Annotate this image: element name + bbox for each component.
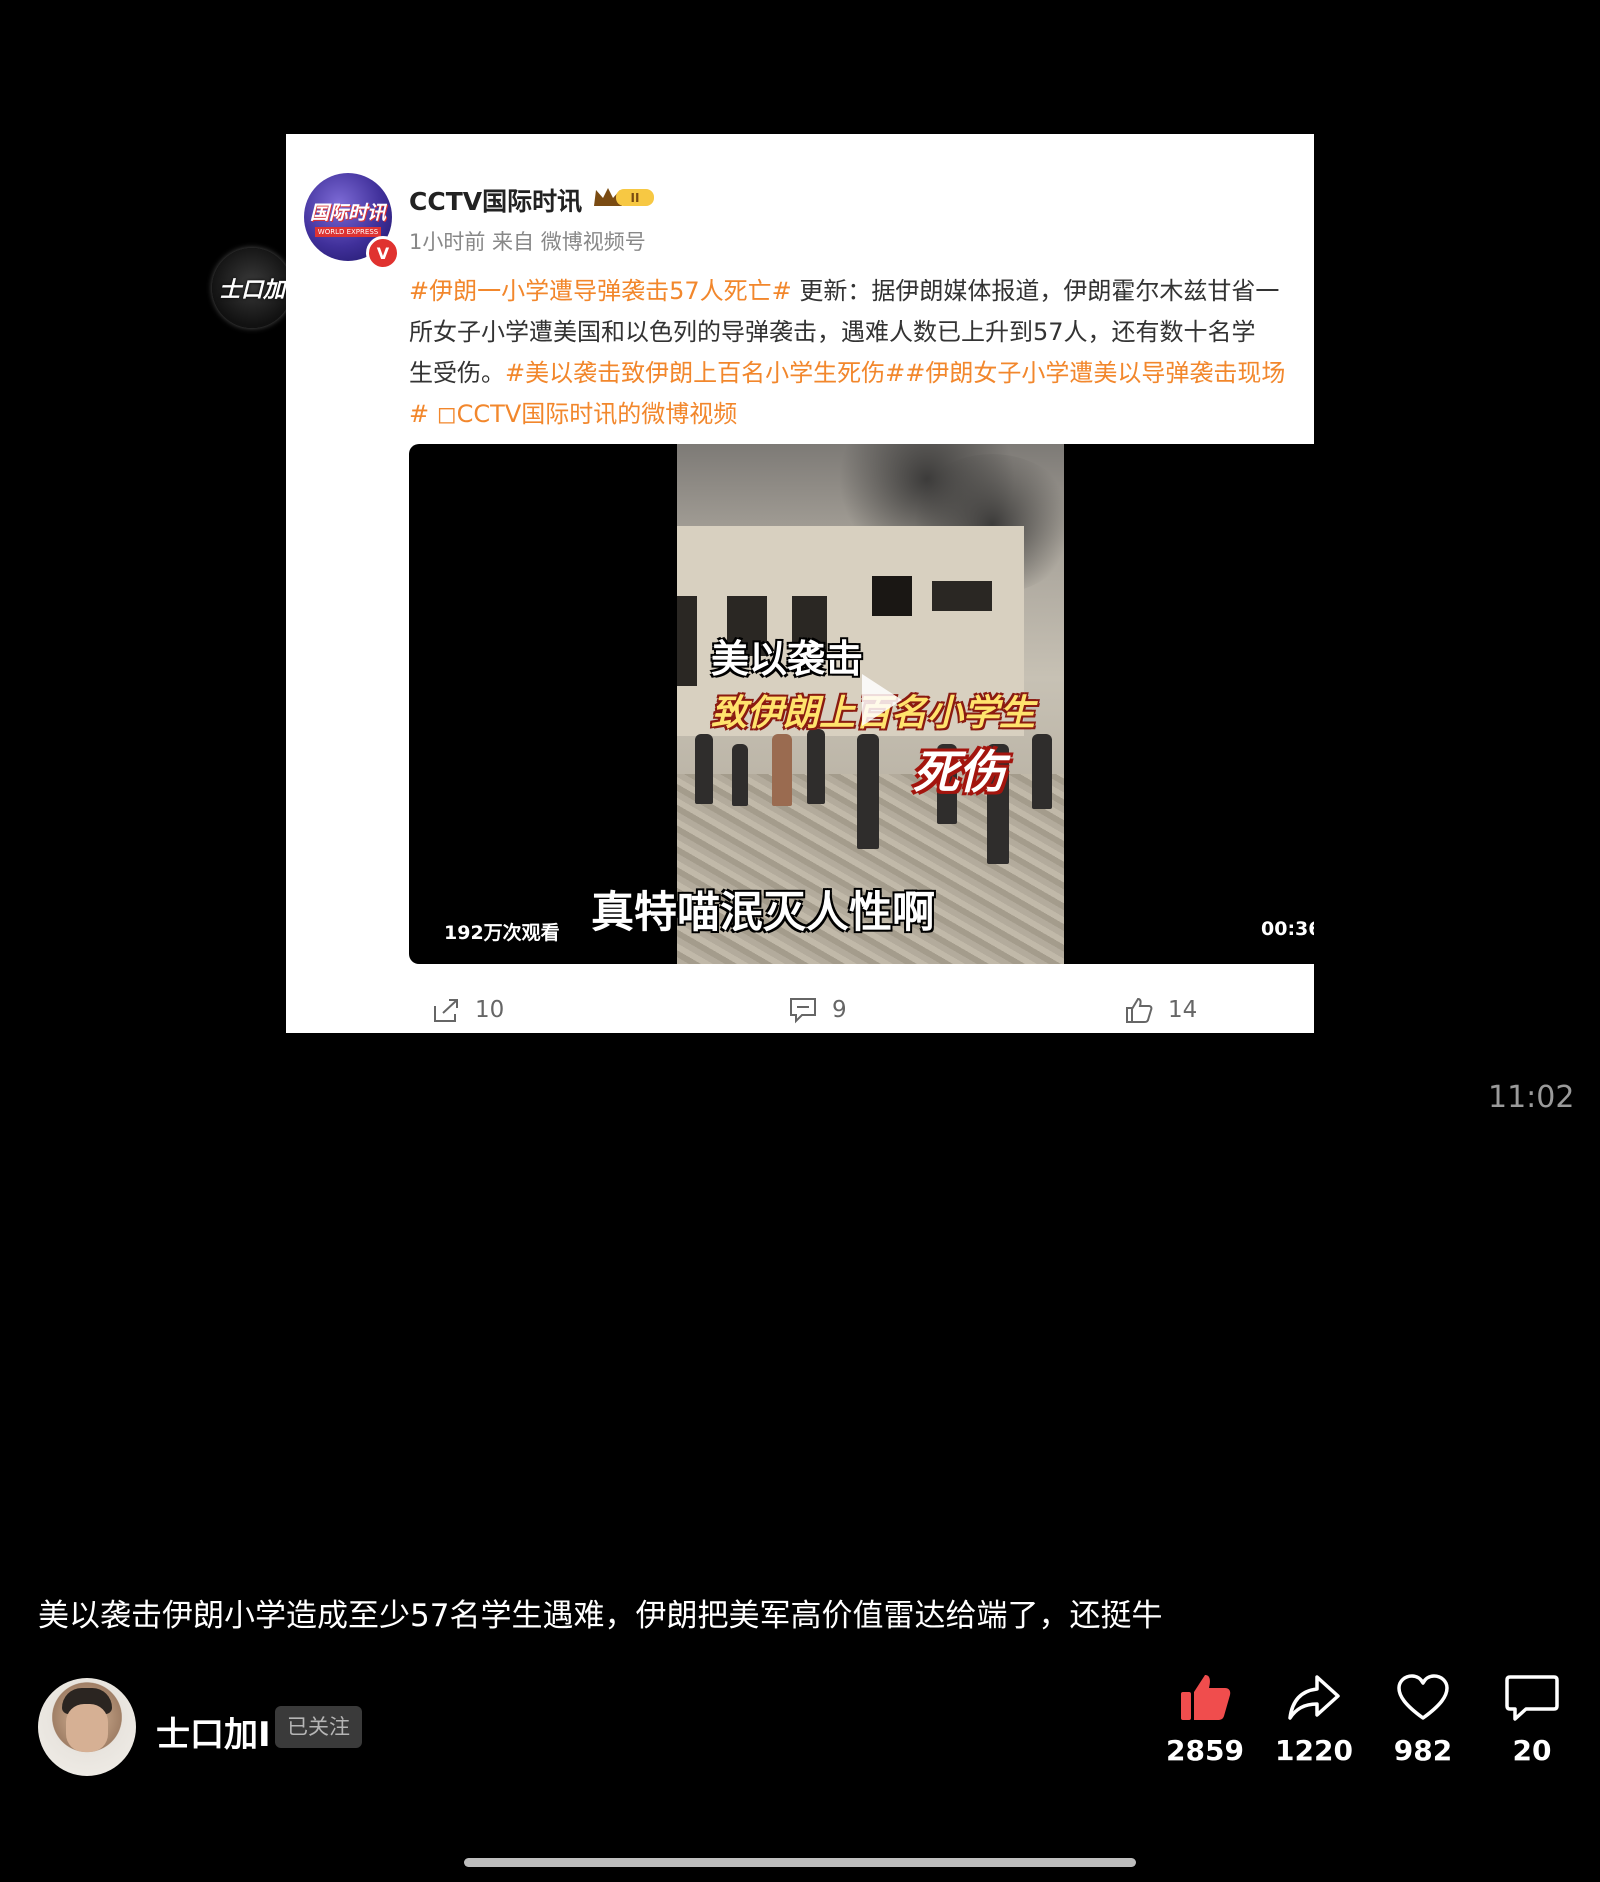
- share-arrow-icon: [1288, 1675, 1340, 1720]
- video-duration: 00:36: [1261, 918, 1314, 940]
- vip-level-text: II: [631, 191, 640, 205]
- thumbs-up-icon: [1181, 1675, 1231, 1720]
- like-action[interactable]: 14: [1124, 996, 1197, 1024]
- comment-stat[interactable]: 20: [1477, 1672, 1587, 1767]
- share-count: 10: [475, 997, 505, 1023]
- username[interactable]: 士口加I: [156, 1707, 271, 1756]
- author-name[interactable]: CCTV国际时讯: [409, 182, 582, 218]
- comment-total: 20: [1512, 1734, 1552, 1767]
- post-text-segment: 生受伤。: [409, 359, 505, 387]
- post-line-3: 生受伤。#美以袭击致伊朗上百名小学生死伤##伊朗女子小学遭美以导弹袭击现场: [409, 353, 1314, 394]
- hashtag-link[interactable]: #伊朗一小学遭导弹袭击57人死亡#: [409, 277, 792, 305]
- vip-crown-icon: II: [594, 188, 654, 206]
- video-caption-3: 死伤: [913, 745, 1005, 799]
- avatar-logo-subtext: WORLD EXPRESS: [314, 226, 382, 237]
- video-caption-1: 美以袭击: [711, 637, 864, 681]
- heart-icon: [1397, 1674, 1449, 1720]
- comment-bubble-icon: [1505, 1675, 1559, 1721]
- like-stat[interactable]: 2859: [1150, 1672, 1260, 1767]
- follow-status-button[interactable]: 已关注: [275, 1706, 362, 1748]
- watermark-text: 士口加: [218, 278, 285, 303]
- share-stat[interactable]: 1220: [1259, 1672, 1369, 1767]
- weibo-post-card: 国际时讯 WORLD EXPRESS V CCTV国际时讯 II 1小时前 来自…: [286, 134, 1314, 1033]
- post-caption: 美以袭击伊朗小学造成至少57名学生遇难，伊朗把美军高价值雷达给端了，还挺牛: [38, 1598, 1163, 1634]
- post-line-1: #伊朗一小学遭导弹袭击57人死亡# 更新：据伊朗媒体报道，伊朗霍尔木兹甘省一: [409, 271, 1314, 312]
- share-action[interactable]: 10: [431, 996, 504, 1024]
- share-total: 1220: [1275, 1734, 1353, 1767]
- video-subtitle: 真特喵泯灭人性啊: [591, 888, 935, 938]
- user-avatar[interactable]: [38, 1678, 136, 1776]
- post-meta: 1小时前 来自 微博视频号: [409, 230, 646, 254]
- view-count: 192万次观看: [444, 922, 560, 944]
- avatar-logo-text: 国际时讯: [309, 201, 386, 224]
- home-indicator[interactable]: [464, 1858, 1136, 1867]
- comment-count: 9: [832, 997, 847, 1023]
- message-timestamp: 11:02: [1488, 1080, 1575, 1115]
- comment-icon: [790, 998, 816, 1024]
- verified-icon: V: [366, 236, 400, 270]
- video-player[interactable]: 美以袭击 致伊朗上百名小学生 死伤 真特喵泯灭人性啊 192万次观看 00:36: [409, 444, 1314, 964]
- video-source-link[interactable]: # ◻︎CCTV国际时讯的微博视频: [409, 400, 737, 428]
- share-icon: [434, 999, 458, 1022]
- thumbs-up-icon: [1126, 997, 1153, 1023]
- post-text-segment: 更新：据伊朗媒体报道，伊朗霍尔木兹甘省一: [791, 277, 1280, 305]
- watermark-logo: 士口加: [212, 248, 292, 328]
- hashtag-link[interactable]: #美以袭击致伊朗上百名小学生死伤##伊朗女子小学遭美以导弹袭击现场: [505, 359, 1285, 387]
- post-line-4: # ◻︎CCTV国际时讯的微博视频: [409, 394, 1314, 435]
- post-line-2: 所女子小学遭美国和以色列的导弹袭击，遇难人数已上升到57人，还有数十名学: [409, 312, 1314, 353]
- favorite-stat[interactable]: 982: [1368, 1672, 1478, 1767]
- like-total: 2859: [1166, 1734, 1244, 1767]
- post-text-segment: 所女子小学遭美国和以色列的导弹袭击，遇难人数已上升到57人，还有数十名学: [409, 318, 1256, 346]
- post-text: #伊朗一小学遭导弹袭击57人死亡# 更新：据伊朗媒体报道，伊朗霍尔木兹甘省一 所…: [409, 271, 1314, 435]
- comment-action[interactable]: 9: [788, 996, 847, 1024]
- play-icon[interactable]: [862, 674, 902, 726]
- like-count: 14: [1168, 997, 1198, 1023]
- favorite-total: 982: [1393, 1734, 1453, 1767]
